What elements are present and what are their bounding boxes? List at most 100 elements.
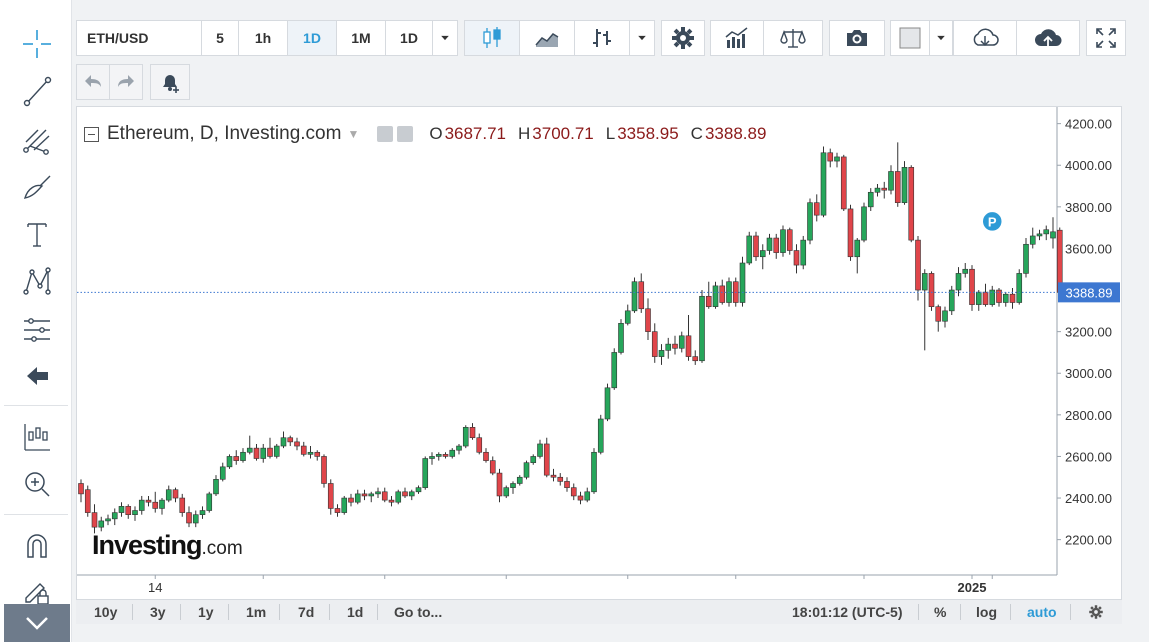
candle-body xyxy=(138,499,145,511)
chart-panel[interactable]: 2200.00 2400.00 2600.00 2800.00 3000.00 3200.… xyxy=(76,106,1122,600)
candle-body xyxy=(773,237,780,253)
candle-body xyxy=(962,268,969,274)
compare-button[interactable] xyxy=(763,20,823,56)
candle-body xyxy=(273,445,280,457)
gear-icon[interactable] xyxy=(397,126,414,142)
pencil-lock-icon xyxy=(25,583,49,605)
interval-current[interactable]: 1D xyxy=(385,20,433,56)
brush-tool[interactable] xyxy=(18,168,56,206)
prediction-tool[interactable] xyxy=(18,310,56,348)
magnet-tool[interactable] xyxy=(18,527,56,565)
redo-button[interactable] xyxy=(109,64,143,100)
settings-button[interactable] xyxy=(661,20,705,56)
open-label: O xyxy=(429,124,443,143)
candle-body xyxy=(766,237,773,251)
candle-body xyxy=(672,343,678,349)
candle-body xyxy=(321,456,327,484)
color-picker-button[interactable] xyxy=(890,20,930,56)
pattern-icon xyxy=(23,267,51,295)
candle-body xyxy=(982,291,989,305)
area-style-button[interactable] xyxy=(519,20,575,56)
low-value: 3358.95 xyxy=(617,124,679,143)
app-frame: ETH/USD 5 1h 1D 1M 1D 2200.00 2400.00 26… xyxy=(0,0,1149,642)
undo-icon xyxy=(85,75,101,87)
zoom-tool[interactable] xyxy=(18,465,56,503)
candle-body xyxy=(834,156,840,162)
interval-dropdown[interactable] xyxy=(432,20,458,56)
candle-body xyxy=(213,479,219,495)
candle-body xyxy=(422,458,429,488)
caret-down-icon[interactable]: ▼ xyxy=(347,127,359,141)
color-dropdown[interactable] xyxy=(929,20,953,56)
caret-down-icon xyxy=(937,35,945,41)
chart-properties-button[interactable] xyxy=(1088,600,1104,624)
pattern-tool[interactable] xyxy=(18,262,56,300)
save-layout-button[interactable] xyxy=(1016,20,1080,56)
trend-line-tool[interactable] xyxy=(18,72,56,110)
price-tick-label: 3000.00 xyxy=(1065,366,1112,381)
interval-5[interactable]: 5 xyxy=(201,20,239,56)
crosshair-tool[interactable] xyxy=(18,25,56,63)
candle-body xyxy=(780,229,786,253)
percent-scale-toggle[interactable]: % xyxy=(934,600,946,624)
candle-body xyxy=(840,156,847,210)
text-icon xyxy=(27,223,47,247)
eye-icon[interactable] xyxy=(377,126,394,142)
candle-body xyxy=(294,441,300,447)
candle-body xyxy=(692,356,699,362)
candle-body xyxy=(537,443,543,457)
collapse-legend-button[interactable] xyxy=(84,126,99,142)
auto-scale-toggle[interactable]: auto xyxy=(1027,600,1057,624)
time-tick-label: 14 xyxy=(148,580,162,595)
bars-style-button[interactable] xyxy=(574,20,630,56)
candle-body xyxy=(888,171,894,191)
redo-icon xyxy=(118,75,134,87)
fib-tool[interactable] xyxy=(18,120,56,158)
candle-body xyxy=(368,493,375,497)
measure-tool[interactable] xyxy=(18,418,56,456)
candle-body xyxy=(577,495,584,501)
candle-body xyxy=(807,202,813,241)
candle-body xyxy=(496,472,503,497)
load-layout-button[interactable] xyxy=(953,20,1017,56)
candle-body xyxy=(948,289,955,312)
close-value: 3388.89 xyxy=(704,124,767,143)
create-alert-button[interactable] xyxy=(150,64,190,100)
trend-line-icon xyxy=(23,76,52,107)
undo-button[interactable] xyxy=(76,64,110,100)
clock-readout: 18:01:12 (UTC-5) xyxy=(792,604,903,620)
candle-body xyxy=(1023,243,1029,274)
candles-style-button[interactable] xyxy=(464,20,520,56)
symbol-search[interactable]: ETH/USD xyxy=(76,20,202,56)
candle-body xyxy=(354,493,361,503)
interval-1m[interactable]: 1M xyxy=(336,20,386,56)
candle-body xyxy=(746,235,753,264)
candle-body xyxy=(793,250,800,266)
candle-body xyxy=(206,493,213,511)
interval-1d[interactable]: 1D xyxy=(287,20,337,56)
candle-body xyxy=(705,295,712,307)
screenshot-button[interactable] xyxy=(829,20,885,56)
candle-body xyxy=(469,427,476,439)
range-1y[interactable]: 1y xyxy=(198,600,214,624)
fullscreen-button[interactable] xyxy=(1086,20,1126,56)
chart-style-dropdown[interactable] xyxy=(629,20,655,56)
ohlc-bars-icon xyxy=(593,29,611,47)
indicators-button[interactable] xyxy=(710,20,764,56)
range-10y[interactable]: 10y xyxy=(94,600,117,624)
range-7d[interactable]: 7d xyxy=(298,600,314,624)
candle-body xyxy=(935,306,942,322)
interval-1h[interactable]: 1h xyxy=(238,20,288,56)
bottom-bar: 10y 3y 1y 1m 7d 1d Go to... 18:01:12 (UT… xyxy=(76,600,1122,624)
log-scale-toggle[interactable]: log xyxy=(976,600,997,624)
candle-body xyxy=(280,437,287,447)
range-1d[interactable]: 1d xyxy=(347,600,363,624)
text-tool[interactable] xyxy=(18,215,56,253)
toolbar-expand-button[interactable] xyxy=(4,604,70,642)
range-3y[interactable]: 3y xyxy=(150,600,166,624)
range-1m[interactable]: 1m xyxy=(246,600,266,624)
go-to-date-button[interactable]: Go to... xyxy=(394,600,442,624)
candle-body xyxy=(894,171,901,203)
price-chart[interactable]: 2200.00 2400.00 2600.00 2800.00 3000.00 3200.… xyxy=(77,107,1123,601)
remove-drawings-tool[interactable] xyxy=(18,357,56,395)
